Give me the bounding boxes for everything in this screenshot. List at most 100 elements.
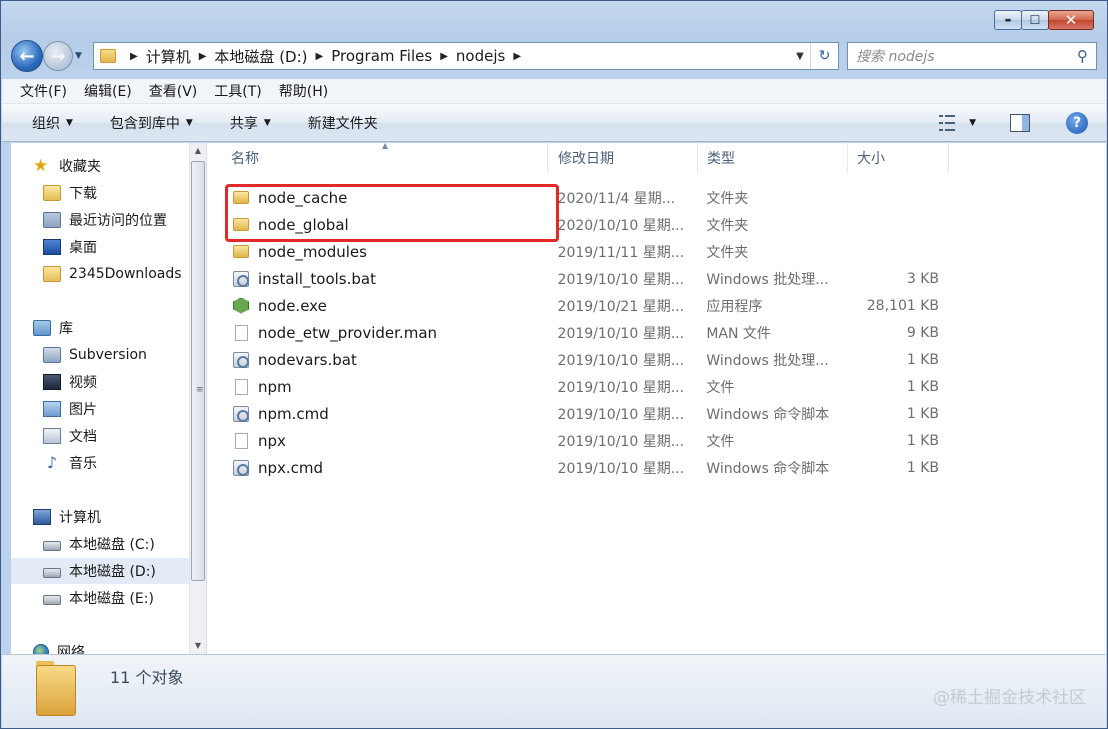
nav-item-drive-e[interactable]: 本地磁盘 (E:): [11, 585, 190, 611]
minimize-button[interactable]: ▬: [994, 10, 1022, 30]
file-date: 2019/11/11 星期...: [557, 244, 685, 261]
search-placeholder: 搜索 nodejs: [856, 49, 935, 65]
scroll-up-icon[interactable]: ▲: [190, 143, 206, 159]
file-row[interactable]: install_tools.bat 2019/10/10 星期... Windo…: [208, 265, 948, 292]
batch-file-icon: [233, 459, 249, 476]
file-row[interactable]: node_modules 2019/11/11 星期... 文件夹: [208, 238, 948, 265]
file-row[interactable]: nodevars.bat 2019/10/10 星期... Windows 批处…: [208, 346, 948, 373]
file-row[interactable]: npx.cmd 2019/10/10 星期... Windows 命令脚本 1 …: [208, 454, 948, 481]
address-dropdown-icon[interactable]: ▼: [792, 43, 808, 69]
nav-libraries[interactable]: 库: [11, 315, 190, 341]
column-name[interactable]: ▲ 名称: [208, 141, 548, 173]
nav-network-label: 网络: [57, 645, 85, 654]
menu-help[interactable]: 帮助(H): [279, 81, 328, 101]
chevron-right-icon[interactable]: ▶: [199, 51, 207, 62]
file-size: 1 KB: [906, 459, 939, 476]
chevron-right-icon[interactable]: ▶: [130, 51, 138, 62]
file-row[interactable]: npm.cmd 2019/10/10 星期... Windows 命令脚本 1 …: [208, 400, 948, 427]
scrollbar-thumb[interactable]: ≡: [191, 161, 205, 581]
music-library-icon: ♪: [46, 453, 58, 472]
nav-item-subversion[interactable]: Subversion: [11, 342, 190, 368]
forward-button[interactable]: →: [43, 41, 73, 71]
file-row[interactable]: node.exe 2019/10/21 星期... 应用程序 28,101 KB: [208, 292, 948, 319]
network-icon: [33, 644, 49, 654]
chevron-right-icon[interactable]: ▶: [513, 51, 521, 62]
column-type[interactable]: 类型: [698, 143, 848, 173]
nav-scrollbar[interactable]: ▲ ≡ ▼: [189, 143, 206, 654]
file-row[interactable]: npm 2019/10/10 星期... 文件 1 KB: [208, 373, 948, 400]
nav-item-documents[interactable]: 文档: [11, 423, 190, 449]
nav-item-label: 下载: [69, 186, 97, 202]
file-name: nodevars.bat: [258, 350, 357, 369]
nav-item-drive-c[interactable]: 本地磁盘 (C:): [11, 531, 190, 557]
folder-icon: [233, 245, 249, 258]
star-icon: ★: [33, 156, 49, 176]
column-date[interactable]: 修改日期: [548, 143, 698, 173]
breadcrumb-drive-d[interactable]: 本地磁盘 (D:): [214, 46, 307, 67]
nav-item-drive-d[interactable]: 本地磁盘 (D:): [11, 558, 190, 584]
menu-file[interactable]: 文件(F): [20, 81, 67, 101]
chevron-right-icon[interactable]: ▶: [440, 51, 448, 62]
organize-button[interactable]: 组织 ▼: [32, 113, 73, 133]
recent-pages-dropdown[interactable]: ▼: [75, 51, 87, 61]
preview-pane-icon[interactable]: [1010, 114, 1030, 132]
help-icon[interactable]: ?: [1066, 112, 1088, 134]
nav-item-label: 文档: [69, 429, 97, 445]
view-options-icon[interactable]: [939, 115, 959, 131]
sort-ascending-icon: ▲: [382, 141, 389, 150]
refresh-icon[interactable]: ↻: [810, 43, 838, 69]
file-type: Windows 批处理...: [706, 271, 829, 288]
address-bar[interactable]: ▶ 计算机 ▶ 本地磁盘 (D:) ▶ Program Files ▶ node…: [93, 42, 839, 70]
breadcrumb-program-files[interactable]: Program Files: [331, 47, 432, 65]
scroll-down-icon[interactable]: ▼: [190, 638, 206, 654]
file-date: 2020/10/10 星期...: [557, 217, 685, 234]
nav-favorites[interactable]: ★ 收藏夹: [11, 153, 190, 179]
file-type: Windows 命令脚本: [706, 460, 830, 477]
nav-item-downloads[interactable]: 下载: [11, 180, 190, 206]
file-date: 2020/11/4 星期...: [557, 190, 676, 207]
batch-file-icon: [233, 270, 249, 287]
nav-item-recent-places[interactable]: 最近访问的位置: [11, 207, 190, 233]
file-row[interactable]: node_etw_provider.man 2019/10/10 星期... M…: [208, 319, 948, 346]
nav-favorites-label: 收藏夹: [59, 159, 101, 175]
nav-computer[interactable]: 计算机: [11, 504, 190, 530]
maximize-button[interactable]: ☐: [1021, 10, 1049, 30]
close-button[interactable]: ✕: [1048, 10, 1094, 30]
menu-view[interactable]: 查看(V): [149, 81, 198, 101]
nav-item-2345downloads[interactable]: 2345Downloads: [11, 261, 190, 287]
recent-places-icon: [43, 212, 61, 228]
nav-item-videos[interactable]: 视频: [11, 369, 190, 395]
chevron-down-icon: ▼: [66, 117, 73, 128]
include-library-button[interactable]: 包含到库中 ▼: [110, 113, 193, 133]
nav-network[interactable]: 网络: [11, 639, 190, 654]
nav-item-desktop[interactable]: 桌面: [11, 234, 190, 260]
file-icon: [235, 432, 248, 449]
search-icon[interactable]: ⚲: [1077, 47, 1088, 65]
view-dropdown-icon[interactable]: ▼: [969, 118, 976, 128]
subversion-icon: [43, 347, 61, 363]
chevron-right-icon[interactable]: ▶: [316, 51, 324, 62]
file-name: npx.cmd: [258, 458, 324, 477]
file-date: 2019/10/10 星期...: [557, 406, 685, 423]
chevron-down-icon: ▼: [263, 117, 271, 128]
include-library-label: 包含到库中: [109, 115, 180, 132]
file-list: ▲ 名称 修改日期 类型 大小 node_cache 2020/11/4 星期..…: [208, 141, 1106, 654]
breadcrumb-computer[interactable]: 计算机: [146, 46, 191, 67]
back-button[interactable]: ←: [11, 40, 43, 72]
share-button[interactable]: 共享 ▼: [230, 113, 271, 133]
column-name-label: 名称: [231, 151, 259, 167]
navigation-pane: ★ 收藏夹 下载 最近访问的位置 桌面 2345Downloads 库 Subve…: [11, 143, 207, 654]
search-input[interactable]: 搜索 nodejs ⚲: [847, 42, 1097, 70]
share-label: 共享: [229, 115, 258, 132]
menu-edit[interactable]: 编辑(E): [84, 81, 132, 101]
nav-item-pictures[interactable]: 图片: [11, 396, 190, 422]
column-size[interactable]: 大小: [848, 143, 949, 173]
menu-tools[interactable]: 工具(T): [214, 81, 261, 101]
file-row[interactable]: npx 2019/10/10 星期... 文件 1 KB: [208, 427, 948, 454]
content-area: ★ 收藏夹 下载 最近访问的位置 桌面 2345Downloads 库 Subve…: [11, 141, 1106, 654]
new-folder-button[interactable]: 新建文件夹: [308, 113, 378, 133]
breadcrumb-nodejs[interactable]: nodejs: [456, 47, 505, 65]
file-size: 1 KB: [906, 432, 939, 449]
desktop-icon: [43, 239, 61, 255]
nav-item-music[interactable]: ♪ 音乐: [11, 450, 190, 476]
